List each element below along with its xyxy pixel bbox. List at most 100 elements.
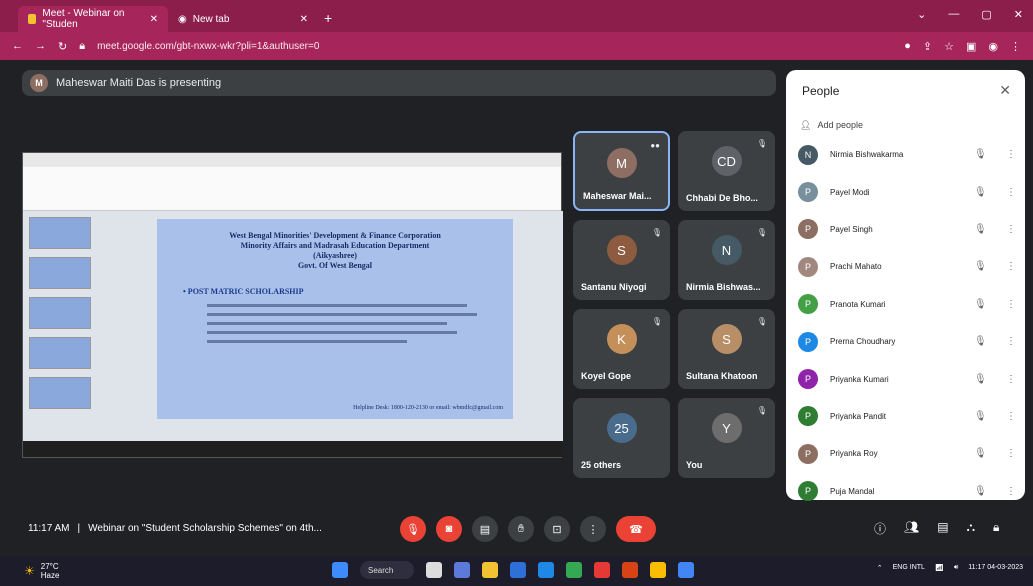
hand-icon: ✋︎: [517, 522, 525, 535]
more-options-icon[interactable]: ⋮: [1004, 486, 1018, 497]
participant-name: Chhabi De Bho...: [686, 193, 758, 203]
more-options-icon[interactable]: ⋮: [1004, 374, 1018, 385]
more-options-icon[interactable]: ⋮: [1004, 299, 1018, 310]
shared-taskbar: [23, 441, 563, 457]
chevron-up-icon[interactable]: ⌃: [877, 564, 883, 572]
participant-tile[interactable]: 🎙︎ S Santanu Niyogi: [573, 220, 670, 300]
add-people-button[interactable]: 👤︎ Add people: [800, 120, 863, 131]
tab-close-icon[interactable]: ✕: [300, 14, 308, 25]
back-icon[interactable]: ←: [12, 40, 23, 52]
profile-avatar[interactable]: ◉: [988, 40, 998, 53]
slide-thumbnail: [29, 337, 91, 369]
more-options-icon[interactable]: ⋮: [1004, 411, 1018, 422]
volume-icon[interactable]: 🔊︎: [954, 564, 958, 572]
list-item[interactable]: P Puja Mandal 🎙︎ ⋮: [798, 473, 1018, 510]
tab-new[interactable]: ◉ New tab ✕: [168, 6, 318, 32]
mic-toggle-button[interactable]: 🎙︎: [400, 516, 426, 542]
more-options-icon[interactable]: ⋮: [1004, 448, 1018, 459]
captions-button[interactable]: ▤: [472, 516, 498, 542]
share-icon[interactable]: ⇪: [923, 40, 932, 53]
tab-close-icon[interactable]: ✕: [150, 14, 158, 25]
star-icon[interactable]: ☆: [944, 40, 954, 53]
close-window-icon[interactable]: ✕: [1014, 8, 1023, 21]
mail-icon[interactable]: [538, 562, 554, 578]
chrome-icon[interactable]: [650, 562, 666, 578]
more-options-button[interactable]: ⋮: [580, 516, 606, 542]
edge-icon[interactable]: [566, 562, 582, 578]
avatar: K: [606, 324, 637, 354]
participant-tile[interactable]: 🎙︎ N Nirmia Bishwas...: [678, 220, 775, 300]
file-explorer-icon[interactable]: [482, 562, 498, 578]
activities-icon[interactable]: ⛬: [967, 520, 975, 537]
host-controls-icon[interactable]: 🔒︎: [993, 520, 999, 537]
chat-app-icon[interactable]: [454, 562, 470, 578]
office-icon[interactable]: [594, 562, 610, 578]
task-view-icon[interactable]: [426, 562, 442, 578]
info-icon[interactable]: ⓘ: [874, 520, 886, 537]
url-field[interactable]: meet.google.com/gbt-nxwx-wkr?pli=1&authu…: [97, 41, 319, 52]
new-tab-favicon-icon: ◉: [178, 13, 187, 25]
slide-thumbnails: [29, 217, 99, 417]
camera-icon[interactable]: ●: [904, 40, 911, 53]
close-icon[interactable]: ✕: [999, 82, 1011, 99]
people-icon[interactable]: 👥︎: [904, 520, 919, 537]
maximize-icon[interactable]: ▢: [981, 8, 991, 21]
list-item[interactable]: P Payel Singh 🎙︎ ⋮: [798, 211, 1018, 248]
language-sub-label: INTL: [909, 564, 925, 571]
chevron-down-icon[interactable]: ⌄: [917, 8, 926, 21]
slide-content: West Bengal Minorities' Development & Fi…: [157, 219, 513, 419]
leave-call-button[interactable]: ☎: [616, 516, 656, 542]
list-item[interactable]: P Priyanka Roy 🎙︎ ⋮: [798, 435, 1018, 472]
present-button[interactable]: ⊡: [544, 516, 570, 542]
person-name: Puja Mandal: [830, 486, 875, 496]
more-options-icon[interactable]: ⋮: [1004, 261, 1018, 272]
meeting-info: 11:17 AM | Webinar on "Student Scholarsh…: [28, 523, 322, 534]
list-item[interactable]: P Pranota Kumari 🎙︎ ⋮: [798, 286, 1018, 323]
person-name: Prerna Choudhary: [830, 337, 896, 347]
avatar: S: [711, 324, 742, 354]
list-item[interactable]: P Priyanka Pandit 🎙︎ ⋮: [798, 398, 1018, 435]
participant-tile[interactable]: 🎙︎ Y You: [678, 398, 775, 478]
minimize-icon[interactable]: —: [948, 8, 959, 21]
search-box[interactable]: Search: [360, 561, 414, 579]
new-tab-button[interactable]: +: [324, 10, 332, 26]
camera-toggle-button[interactable]: ◙: [436, 516, 462, 542]
language-indicator[interactable]: ENG INTL: [893, 564, 925, 572]
list-item[interactable]: N Nirmia Bishwakarma 🎙︎ ⋮: [798, 136, 1018, 173]
call-controls: 🎙︎ ◙ ▤ ✋︎ ⊡ ⋮ ☎: [400, 516, 656, 542]
raise-hand-button[interactable]: ✋︎: [508, 516, 534, 542]
participant-tile[interactable]: 🎙︎ K Koyel Gope: [573, 309, 670, 389]
tab-meet[interactable]: Meet - Webinar on "Studen ✕: [18, 6, 168, 32]
participant-tile[interactable]: ●● M Maheswar Mai...: [573, 131, 670, 211]
word-icon[interactable]: [678, 562, 694, 578]
slide-title-line: Govt. Of West Bengal: [297, 261, 373, 270]
powerpoint-icon[interactable]: [622, 562, 638, 578]
more-options-icon[interactable]: ⋮: [1004, 149, 1018, 160]
avatar: P: [798, 406, 818, 427]
forward-icon[interactable]: →: [35, 40, 46, 52]
list-item[interactable]: P Priyanka Kumari 🎙︎ ⋮: [798, 360, 1018, 397]
list-item[interactable]: P Prachi Mahato 🎙︎ ⋮: [798, 248, 1018, 285]
participant-tile[interactable]: 🎙︎ CD Chhabi De Bho...: [678, 131, 775, 211]
mic-off-icon: 🎙︎: [974, 336, 987, 348]
list-item[interactable]: P Prerna Choudhary 🎙︎ ⋮: [798, 323, 1018, 360]
slide-thumbnail: [29, 257, 91, 289]
menu-icon[interactable]: ⋮: [1010, 40, 1021, 53]
chat-icon[interactable]: ▤: [937, 520, 948, 537]
extensions-icon[interactable]: ▣: [966, 40, 976, 53]
weather-widget[interactable]: ☀ 27°C Haze: [24, 562, 59, 580]
participant-tile[interactable]: 25 25 others: [573, 398, 670, 478]
side-controls: ⓘ 👥︎ ▤ ⛬ 🔒︎: [874, 520, 999, 537]
more-options-icon[interactable]: ⋮: [1004, 224, 1018, 235]
store-icon[interactable]: [510, 562, 526, 578]
more-options-icon[interactable]: ⋮: [1004, 336, 1018, 347]
more-options-icon[interactable]: ⋮: [1004, 187, 1018, 198]
participant-tile[interactable]: 🎙︎ S Sultana Khatoon: [678, 309, 775, 389]
wifi-icon[interactable]: 📶︎: [935, 564, 944, 572]
clock[interactable]: 11:17 04-03-2023: [968, 564, 1023, 572]
mic-off-icon: 🎙︎: [756, 139, 767, 148]
windows-start-icon[interactable]: [332, 562, 348, 578]
list-item[interactable]: P Payel Modi 🎙︎ ⋮: [798, 173, 1018, 210]
meeting-time: 11:17 AM: [28, 523, 70, 534]
reload-icon[interactable]: ↻: [58, 40, 67, 53]
